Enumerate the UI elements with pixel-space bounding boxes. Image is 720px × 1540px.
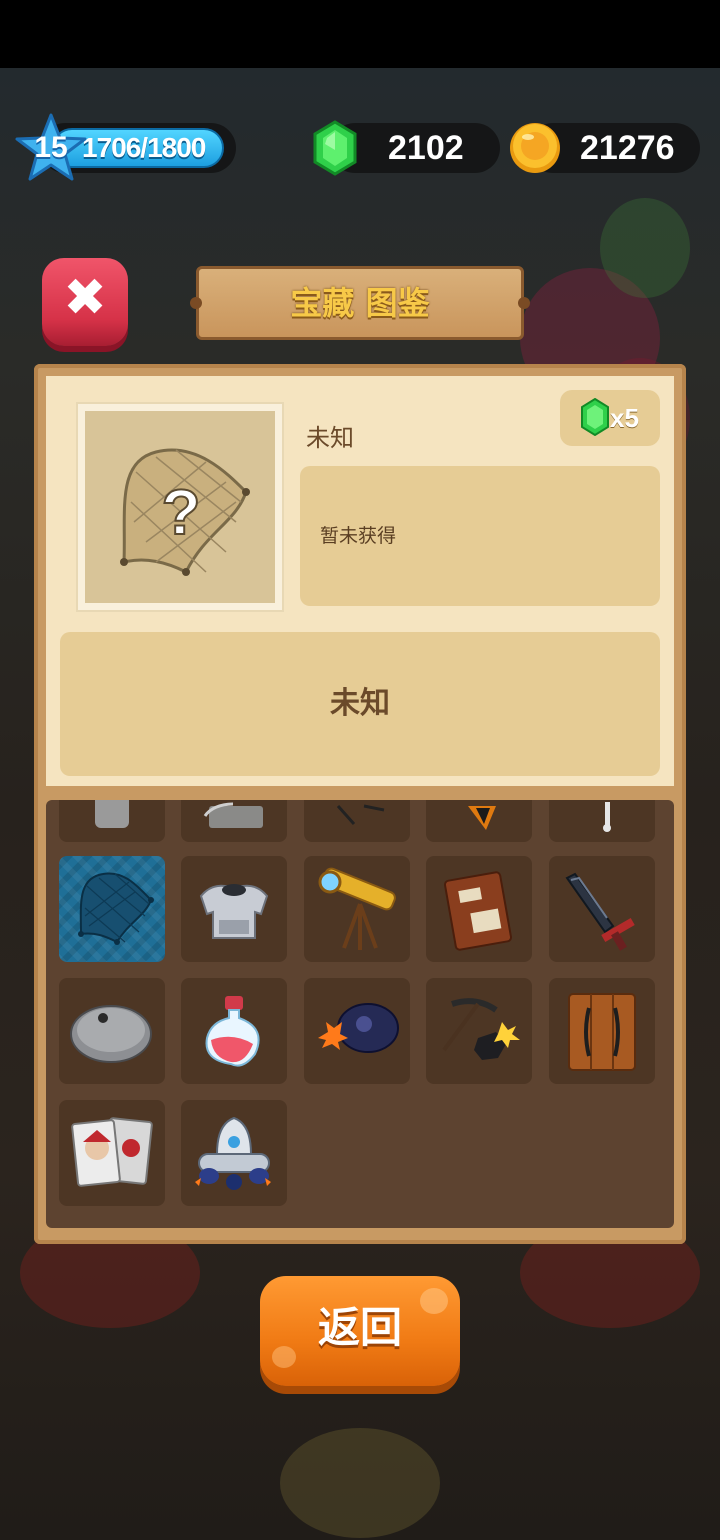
item-description: 暂未获得 (320, 525, 397, 547)
grid-slot-gravestone[interactable] (59, 800, 165, 842)
svg-text:?: ? (161, 476, 200, 548)
coins-count: 21276 (580, 129, 675, 167)
status-bar (0, 0, 720, 68)
green-gem-icon (581, 398, 609, 436)
price-amount: x5 (610, 403, 639, 433)
bow-icon (336, 804, 385, 825)
grid-slot-bomb[interactable] (304, 978, 410, 1084)
ancient-book-icon (443, 871, 513, 951)
page-title: 宝藏 图鉴 (290, 284, 430, 322)
bone-icon (603, 802, 611, 832)
potion-icon (205, 996, 260, 1067)
treasure-grid[interactable] (46, 800, 674, 1228)
grid-slot-bone[interactable] (549, 800, 655, 842)
story-text: 未知 (330, 686, 390, 721)
grid-slot-wooden-door[interactable] (549, 978, 655, 1084)
item-name: 未知 (306, 424, 354, 452)
telescope-icon (318, 867, 396, 950)
close-icon: ✖ (63, 268, 107, 328)
grid-slot-chest[interactable] (181, 800, 287, 842)
bomb-icon (318, 1003, 399, 1053)
grid-slot-telescope[interactable] (304, 856, 410, 962)
robot-ship-icon (195, 1116, 271, 1190)
grid-slot-ancient-book[interactable] (426, 856, 532, 962)
gold-coin-icon (510, 123, 560, 173)
grid-slot-net[interactable] (59, 856, 165, 962)
chest-icon (203, 802, 263, 828)
close-button[interactable]: ✖ (42, 258, 128, 346)
grid-slot-potion[interactable] (181, 978, 287, 1084)
broken-sword-icon (565, 872, 635, 951)
flame-blade-icon (468, 806, 496, 830)
grid-slot-flame-blade[interactable] (426, 800, 532, 842)
grid-slot-cloche[interactable] (59, 978, 165, 1084)
grid-slot-pickaxe[interactable] (426, 978, 532, 1084)
grid-slot-broken-sword[interactable] (549, 856, 655, 962)
grid-slot-bow[interactable] (304, 800, 410, 842)
green-gem-icon (313, 120, 357, 176)
wooden-door-icon (568, 993, 636, 1071)
unknown-net-silhouette-icon: ? (120, 448, 250, 576)
net-icon (78, 872, 154, 945)
cloche-icon (70, 1005, 152, 1063)
grid-slot-armor[interactable] (181, 856, 287, 962)
armor-icon (199, 884, 269, 939)
pickaxe-icon (442, 998, 520, 1060)
grid-slot-joker-cards[interactable] (59, 1100, 165, 1206)
back-button-label: 返回 (317, 1303, 402, 1352)
xp-text: 1706/1800 (82, 132, 206, 163)
grid-slot-robot-ship[interactable] (181, 1100, 287, 1206)
gravestone-icon (95, 800, 129, 828)
player-level: 15 (34, 131, 68, 164)
gems-count: 2102 (388, 129, 464, 167)
joker-cards-icon (71, 1117, 153, 1187)
